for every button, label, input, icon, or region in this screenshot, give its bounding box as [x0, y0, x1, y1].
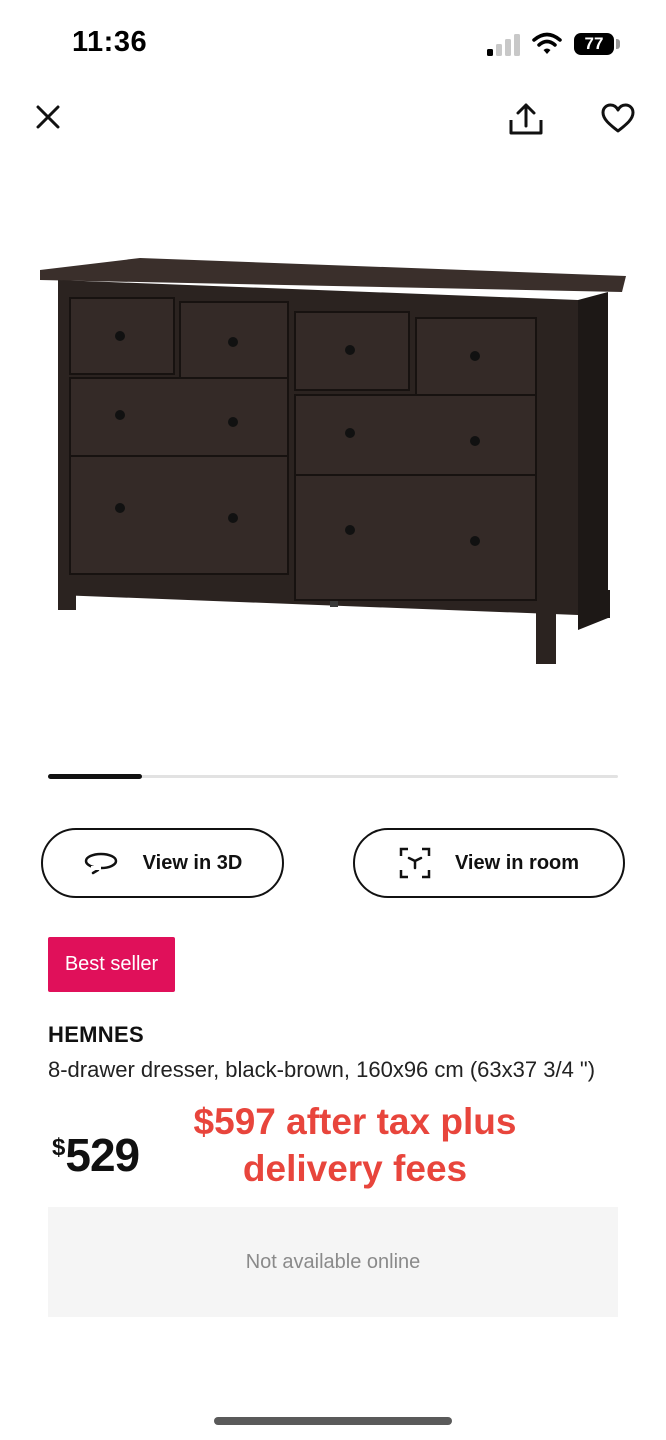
close-icon [36, 105, 60, 129]
heart-icon [601, 103, 635, 133]
price-amount: 529 [65, 1129, 140, 1181]
product-price: $529 [52, 1128, 140, 1182]
rotate-3d-icon [84, 852, 117, 875]
battery-cap [616, 39, 620, 49]
product-description: 8-drawer dresser, black-brown, 160x96 cm… [48, 1057, 596, 1082]
availability-text: Not available online [245, 1250, 421, 1273]
close-button[interactable] [28, 97, 68, 137]
product-image[interactable] [30, 250, 640, 680]
status-time: 11:36 [72, 26, 148, 58]
favorite-button[interactable] [596, 96, 640, 140]
wifi-icon [532, 32, 562, 54]
view-in-3d-button[interactable]: View in 3D [41, 828, 284, 898]
best-seller-badge: Best seller [48, 937, 175, 992]
share-icon [509, 103, 543, 135]
price-annotation: $597 after tax plus delivery fees [193, 1101, 517, 1189]
battery-level: 77 [574, 33, 614, 55]
ar-cube-icon [399, 847, 431, 879]
product-name: HEMNES [48, 1022, 144, 1047]
availability-box: Not available online [48, 1207, 618, 1317]
carousel-progress [48, 774, 142, 779]
view-in-room-label: View in room [454, 851, 580, 874]
view-in-3d-label: View in 3D [142, 851, 243, 874]
price-currency: $ [52, 1134, 66, 1161]
home-indicator[interactable] [214, 1417, 452, 1425]
share-button[interactable] [504, 97, 548, 141]
view-in-room-button[interactable]: View in room [353, 828, 625, 898]
cellular-signal-icon [487, 34, 520, 56]
